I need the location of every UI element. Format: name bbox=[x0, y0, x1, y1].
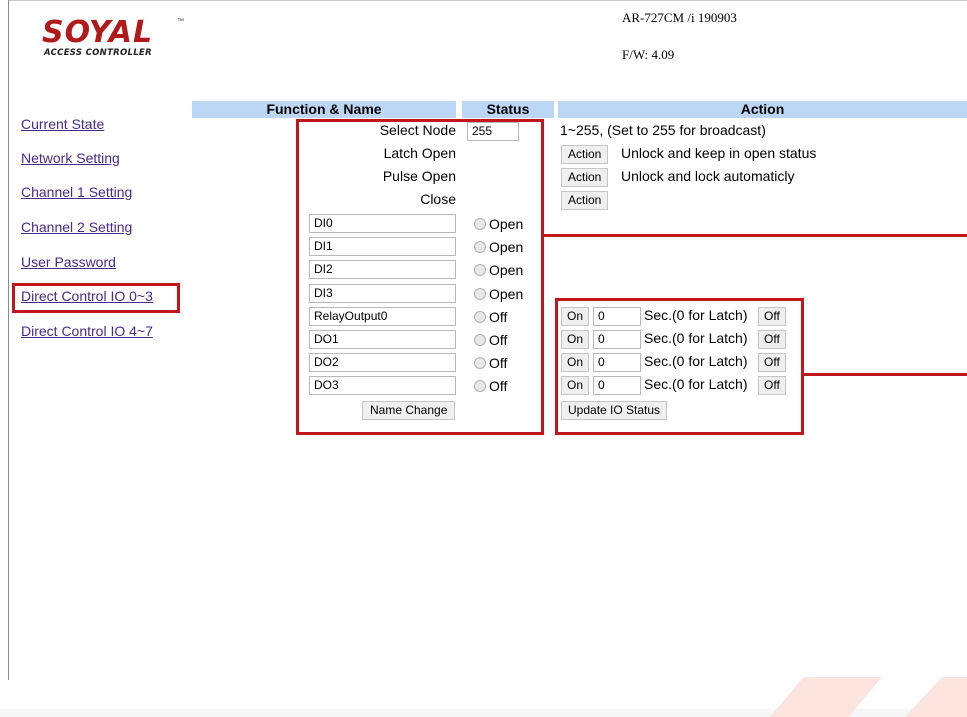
header-action: Action bbox=[558, 101, 967, 118]
sidebar-item-direct-control-io-4-7[interactable]: Direct Control IO 4~7 bbox=[21, 323, 153, 339]
logo-tagline: ACCESS CONTROLLER bbox=[44, 48, 152, 58]
sidebar-highlight-box bbox=[12, 283, 180, 313]
soyal-logo: SOYAL ™ ACCESS CONTROLLER bbox=[42, 15, 184, 59]
sidebar-item-user-password[interactable]: User Password bbox=[21, 254, 116, 270]
pulse-open-action-button[interactable]: Action bbox=[561, 168, 609, 187]
trademark-mark: ™ bbox=[177, 18, 184, 25]
sidebar-item-channel-1-setting[interactable]: Channel 1 Setting bbox=[21, 184, 132, 200]
background-decoration-stripe-2 bbox=[905, 677, 967, 717]
header-function-name: Function & Name bbox=[192, 101, 456, 118]
close-action-button[interactable]: Action bbox=[561, 191, 609, 210]
sidebar-item-current-state[interactable]: Current State bbox=[21, 116, 104, 132]
output-controls-highlight-box bbox=[555, 298, 804, 435]
sidebar-item-channel-2-setting[interactable]: Channel 2 Setting bbox=[21, 219, 132, 235]
header-status: Status bbox=[462, 101, 554, 118]
logo-wordmark: SOYAL bbox=[42, 15, 154, 50]
io-names-highlight-box bbox=[296, 119, 544, 435]
select-node-hint: 1~255, (Set to 255 for broadcast) bbox=[560, 122, 766, 138]
page-frame-top bbox=[8, 0, 967, 1]
pulse-open-desc: Unlock and lock automaticly bbox=[621, 168, 795, 184]
firmware-version: F/W: 4.09 bbox=[622, 47, 675, 62]
latch-open-action-button[interactable]: Action bbox=[561, 145, 609, 164]
device-model: AR-727CM /i 190903 bbox=[622, 10, 737, 25]
sidebar-item-network-setting[interactable]: Network Setting bbox=[21, 150, 120, 166]
callout-line-bottom bbox=[804, 373, 967, 376]
callout-line-top bbox=[544, 234, 967, 237]
page-frame-left bbox=[8, 0, 9, 680]
latch-open-desc: Unlock and keep in open status bbox=[621, 145, 817, 161]
